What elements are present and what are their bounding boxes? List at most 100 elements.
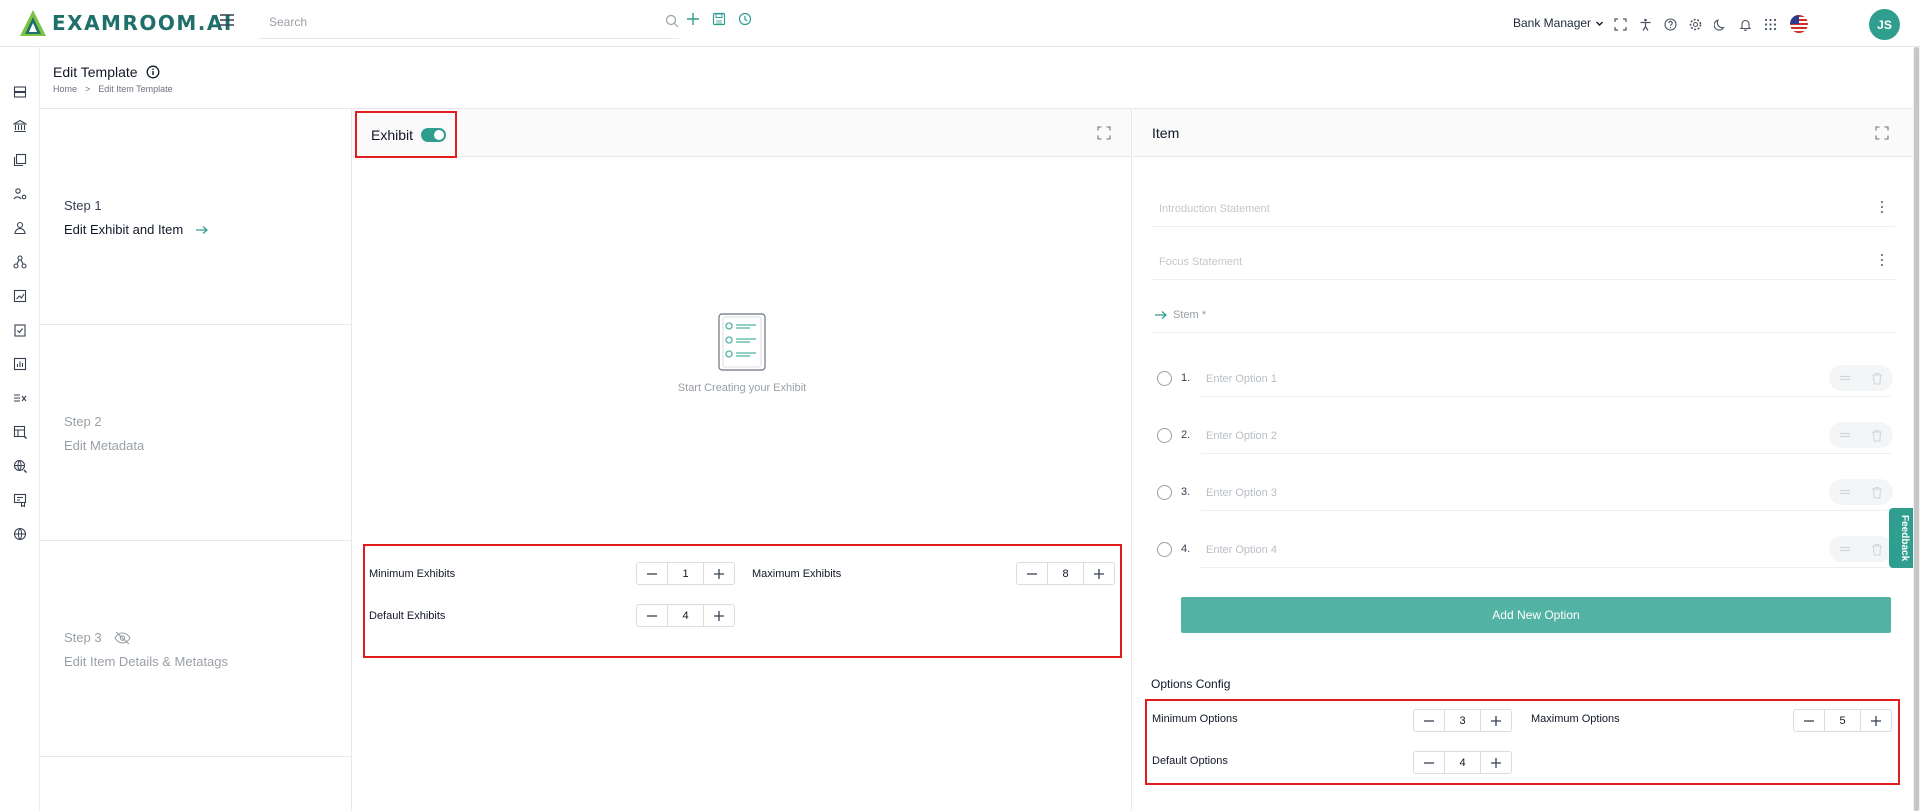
- option-input[interactable]: [1201, 361, 1891, 397]
- menu-toggle-button[interactable]: [220, 14, 234, 26]
- increment-button[interactable]: [704, 605, 734, 626]
- drag-handle-icon[interactable]: [1839, 545, 1851, 553]
- decrement-button[interactable]: [637, 563, 667, 584]
- minus-icon: [1424, 761, 1434, 764]
- server-icon[interactable]: [13, 85, 27, 99]
- history-icon[interactable]: [738, 12, 752, 26]
- option-radio[interactable]: [1157, 371, 1172, 386]
- minus-icon: [647, 614, 657, 617]
- report-icon[interactable]: [13, 357, 27, 371]
- min-options-value[interactable]: 3: [1444, 710, 1481, 731]
- trash-icon[interactable]: [1871, 429, 1883, 442]
- step-1[interactable]: Step 1 Edit Exhibit and Item: [40, 109, 352, 325]
- globe-icon[interactable]: [13, 527, 27, 541]
- add-new-option-button[interactable]: Add New Option: [1181, 597, 1891, 633]
- add-icon[interactable]: [686, 12, 700, 26]
- option-radio[interactable]: [1157, 485, 1172, 500]
- network-icon[interactable]: [13, 255, 27, 269]
- kebab-menu-icon[interactable]: [1880, 200, 1884, 214]
- globe-edit-icon[interactable]: [13, 459, 27, 473]
- default-exhibits-label: Default Exhibits: [369, 610, 446, 622]
- accessibility-icon[interactable]: [1639, 18, 1652, 31]
- kebab-menu-icon[interactable]: [1880, 253, 1884, 267]
- save-icon[interactable]: [712, 12, 726, 26]
- default-exhibits-value[interactable]: 4: [667, 605, 704, 626]
- exhibit-toggle[interactable]: [421, 127, 447, 142]
- stem-field[interactable]: Stem *: [1152, 297, 1895, 333]
- decrement-button[interactable]: [1414, 752, 1444, 773]
- certificate-icon[interactable]: [13, 493, 27, 507]
- gallery-icon[interactable]: [13, 153, 27, 167]
- introduction-statement-field[interactable]: Introduction Statement: [1152, 191, 1895, 227]
- increment-button[interactable]: [704, 563, 734, 584]
- increment-button[interactable]: [1481, 752, 1511, 773]
- notification-icon[interactable]: [1739, 18, 1752, 31]
- drag-handle-icon[interactable]: [1839, 488, 1851, 496]
- step-2[interactable]: Step 2 Edit Metadata: [40, 325, 352, 541]
- role-label: Bank Manager: [1513, 16, 1592, 30]
- breadcrumb-home[interactable]: Home: [53, 84, 77, 94]
- user-icon[interactable]: [13, 221, 27, 235]
- trash-icon[interactable]: [1871, 372, 1883, 385]
- option-row: 4.: [1152, 530, 1895, 570]
- focus-statement-field[interactable]: Focus Statement: [1152, 244, 1895, 280]
- eye-off-icon[interactable]: [113, 631, 131, 645]
- us-flag-icon[interactable]: [1789, 14, 1809, 34]
- settings-icon[interactable]: [1689, 18, 1702, 31]
- table-edit-icon[interactable]: [13, 425, 27, 439]
- drag-handle-icon[interactable]: [1839, 431, 1851, 439]
- scrollbar-thumb[interactable]: [1914, 47, 1919, 811]
- role-selector[interactable]: Bank Manager: [1513, 16, 1604, 30]
- clipboard-check-icon[interactable]: [13, 323, 27, 337]
- default-options-label: Default Options: [1152, 755, 1228, 767]
- min-exhibits-value[interactable]: 1: [667, 563, 704, 584]
- users-settings-icon[interactable]: [13, 187, 27, 201]
- drag-handle-icon[interactable]: [1839, 374, 1851, 382]
- search-bar: [259, 9, 679, 39]
- dark-mode-icon[interactable]: [1714, 18, 1727, 31]
- increment-button[interactable]: [1084, 563, 1114, 584]
- info-icon[interactable]: [146, 65, 160, 79]
- max-options-value[interactable]: 5: [1824, 710, 1861, 731]
- option-input[interactable]: [1201, 475, 1891, 511]
- formula-icon[interactable]: [13, 391, 27, 405]
- trash-icon[interactable]: [1871, 486, 1883, 499]
- default-options-stepper: 4: [1413, 751, 1512, 774]
- options-config-title: Options Config: [1151, 677, 1231, 691]
- scrollbar[interactable]: [1913, 47, 1920, 811]
- search-icon[interactable]: [665, 14, 679, 28]
- trash-icon[interactable]: [1871, 543, 1883, 556]
- decrement-button[interactable]: [1414, 710, 1444, 731]
- option-input[interactable]: [1201, 418, 1891, 454]
- option-input[interactable]: [1201, 532, 1891, 568]
- default-options-value[interactable]: 4: [1444, 752, 1481, 773]
- max-exhibits-stepper: 8: [1016, 562, 1115, 585]
- option-number: 4.: [1181, 543, 1191, 555]
- user-avatar[interactable]: JS: [1869, 9, 1900, 40]
- option-radio[interactable]: [1157, 428, 1172, 443]
- fullscreen-icon[interactable]: [1614, 17, 1627, 31]
- minus-icon: [1804, 719, 1814, 722]
- increment-button[interactable]: [1481, 710, 1511, 731]
- min-options-label: Minimum Options: [1152, 713, 1238, 725]
- option-radio[interactable]: [1157, 542, 1172, 557]
- min-options-stepper: 3: [1413, 709, 1512, 732]
- empty-state-text: Start Creating your Exhibit: [677, 382, 807, 394]
- breadcrumb-separator: >: [85, 84, 91, 94]
- increment-button[interactable]: [1861, 710, 1891, 731]
- expand-icon[interactable]: [1097, 126, 1111, 140]
- search-input[interactable]: [259, 9, 639, 35]
- step-3[interactable]: Step 3 Edit Item Details & Metatags: [40, 541, 352, 757]
- logo[interactable]: EXAMROOM.AI: [18, 8, 233, 38]
- chart-line-icon[interactable]: [13, 289, 27, 303]
- decrement-button[interactable]: [637, 605, 667, 626]
- step-name: Edit Exhibit and Item: [64, 222, 209, 237]
- help-icon[interactable]: [1664, 17, 1677, 31]
- decrement-button[interactable]: [1017, 563, 1047, 584]
- utility-icons: [1614, 14, 1809, 34]
- decrement-button[interactable]: [1794, 710, 1824, 731]
- expand-icon[interactable]: [1875, 126, 1889, 140]
- apps-grid-icon[interactable]: [1764, 18, 1777, 31]
- bank-icon[interactable]: [13, 119, 27, 133]
- max-exhibits-value[interactable]: 8: [1047, 563, 1084, 584]
